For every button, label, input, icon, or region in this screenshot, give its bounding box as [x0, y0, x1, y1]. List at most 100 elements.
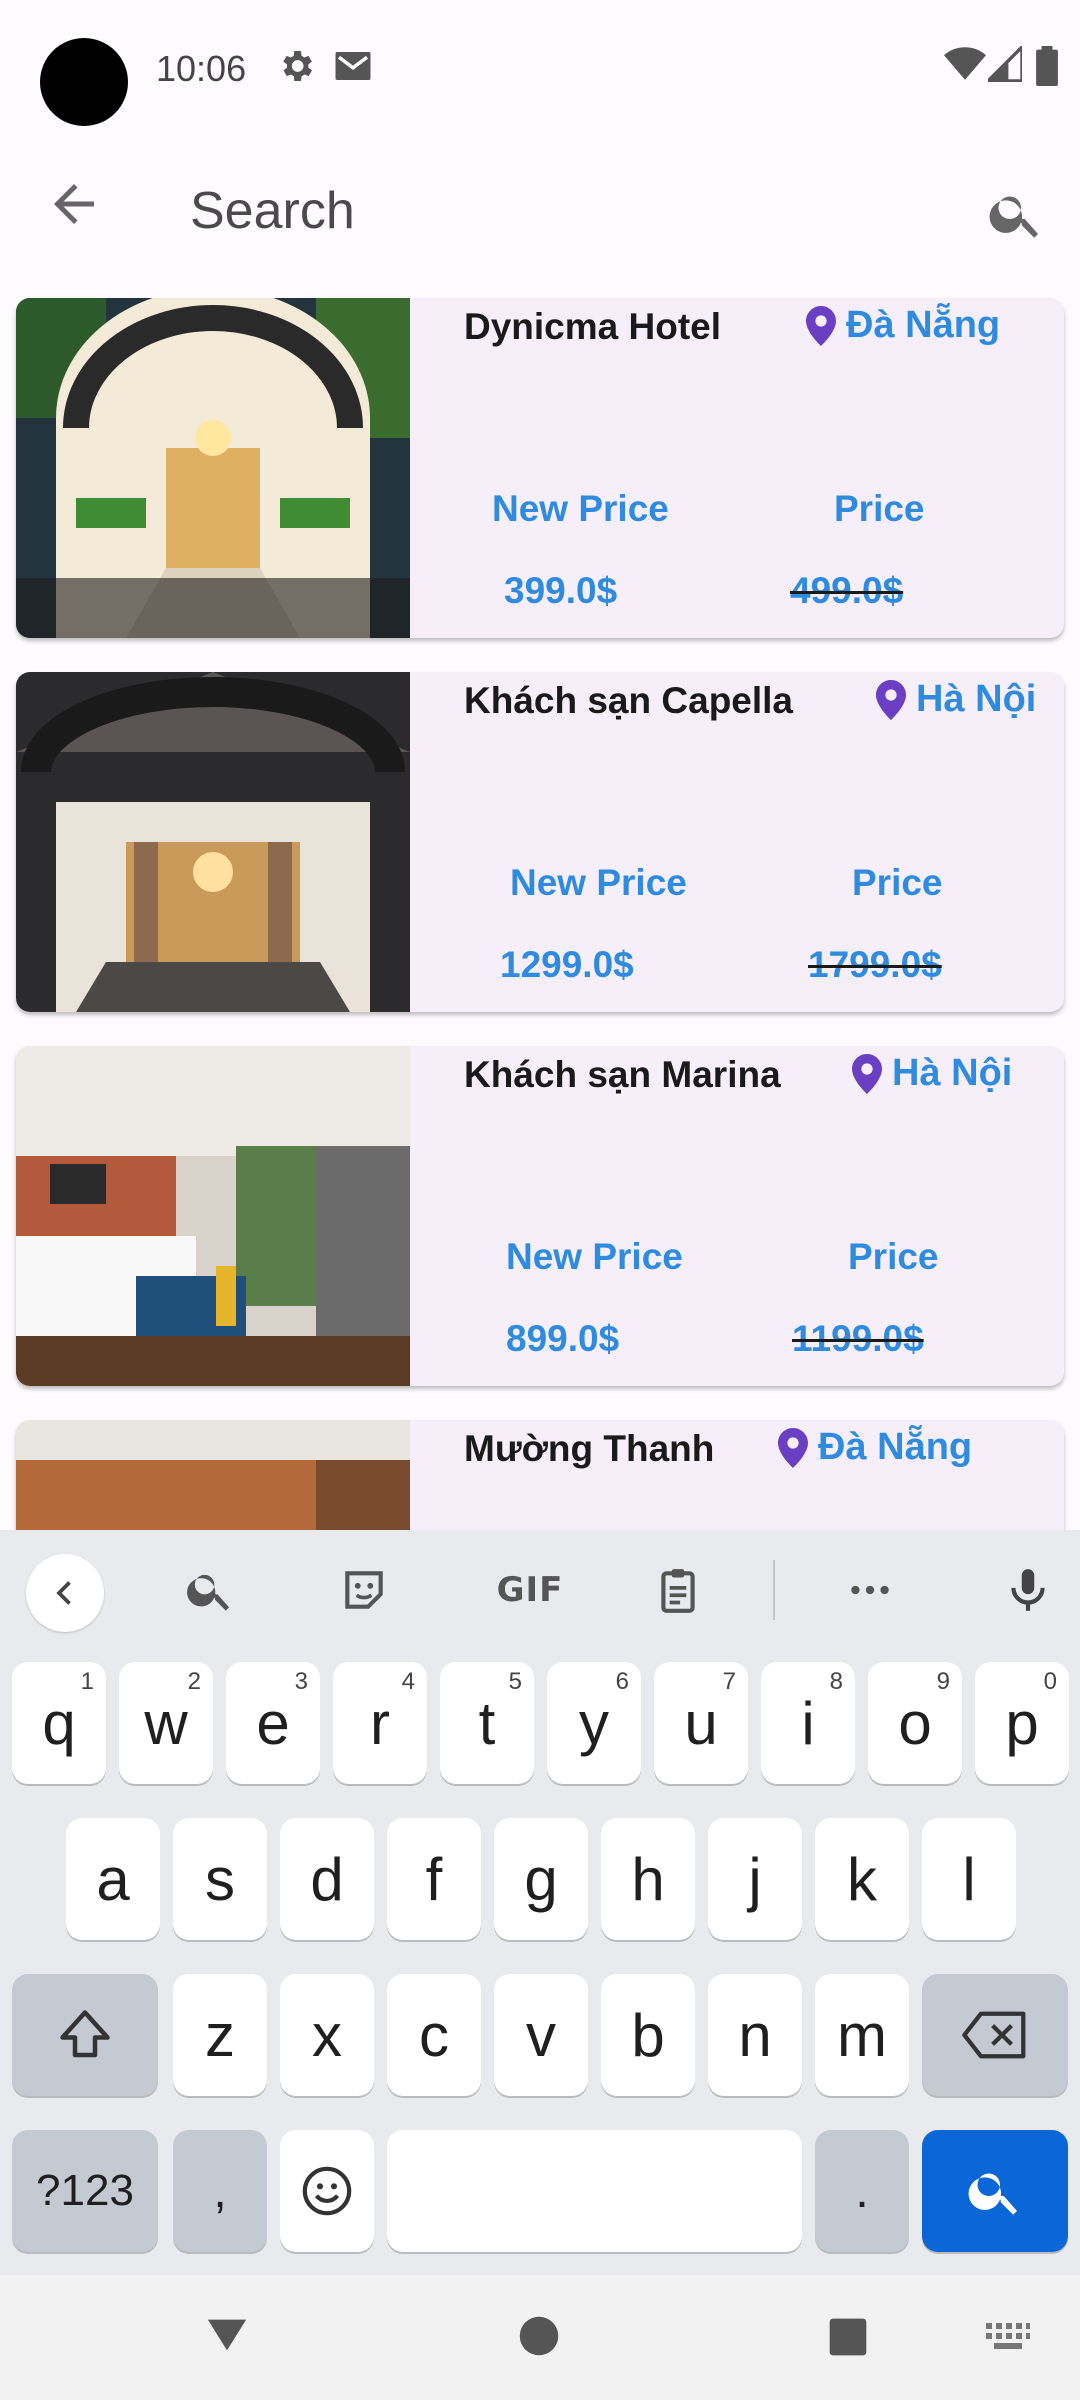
- recents-square-icon[interactable]: [828, 2317, 868, 2362]
- symbols-key[interactable]: ?123: [12, 2130, 158, 2252]
- key-label: e: [256, 1689, 290, 1757]
- key-hint: 4: [401, 1668, 415, 1695]
- key-label: q: [42, 1689, 76, 1757]
- key-o[interactable]: o9: [868, 1662, 962, 1784]
- key-hint: 2: [187, 1668, 201, 1695]
- sticker-button[interactable]: [334, 1560, 394, 1620]
- backspace-icon: [962, 2011, 1026, 2059]
- location-pin-icon: [806, 305, 836, 346]
- back-button[interactable]: [44, 174, 104, 234]
- key-c[interactable]: c: [387, 1974, 481, 2096]
- hotel-location-label: Hà Nội: [916, 678, 1037, 720]
- key-b[interactable]: b: [601, 1974, 695, 2096]
- comma-key[interactable]: ,: [173, 2130, 267, 2252]
- status-time: 10:06: [156, 48, 247, 89]
- key-y[interactable]: y6: [547, 1662, 641, 1784]
- key-j[interactable]: j: [708, 1818, 802, 1940]
- hotel-location-label: Đà Nẵng: [818, 1426, 973, 1468]
- price-label: Price: [848, 1236, 939, 1277]
- shift-key[interactable]: [12, 1974, 158, 2096]
- search-icon: [968, 2173, 1017, 2215]
- system-nav-bar: [0, 2275, 1080, 2400]
- key-hint: 1: [80, 1668, 94, 1695]
- shift-icon: [60, 2010, 110, 2058]
- old-price-value: 499.0$: [790, 570, 904, 611]
- gif-button[interactable]: GIF: [490, 1560, 570, 1620]
- key-label: t: [478, 1689, 496, 1757]
- key-t[interactable]: t5: [440, 1662, 534, 1784]
- key-i[interactable]: i8: [761, 1662, 855, 1784]
- back-triangle-icon[interactable]: [204, 2315, 250, 2360]
- key-u[interactable]: u7: [654, 1662, 748, 1784]
- period-key[interactable]: .: [815, 2130, 909, 2252]
- location-pin-icon: [852, 1053, 882, 1094]
- hotel-card[interactable]: Dynicma Hotel Đà Nẵng New Price Price 39…: [16, 298, 1064, 638]
- more-icon: [851, 1585, 889, 1595]
- key-z[interactable]: z: [173, 1974, 267, 2096]
- hotel-list[interactable]: Dynicma Hotel Đà Nẵng New Price Price 39…: [0, 280, 1080, 1530]
- hotel-card[interactable]: Khách sạn Marina Hà Nội New Price Price …: [16, 1046, 1064, 1386]
- key-q[interactable]: q1: [12, 1662, 106, 1784]
- search-input[interactable]: [188, 170, 952, 252]
- hotel-name: Mường Thanh: [464, 1428, 715, 1469]
- hotel-name: Khách sạn Capella: [464, 680, 794, 721]
- keyboard-suggestion-strip: GIF: [0, 1530, 1080, 1650]
- more-button[interactable]: [840, 1560, 900, 1620]
- key-label: r: [370, 1689, 390, 1757]
- key-h[interactable]: h: [601, 1818, 695, 1940]
- key-d[interactable]: d: [280, 1818, 374, 1940]
- hotel-location: Hà Nội: [852, 1052, 1012, 1095]
- new-price-label: New Price: [506, 1236, 683, 1277]
- key-g[interactable]: g: [494, 1818, 588, 1940]
- battery-icon: [1036, 46, 1058, 91]
- keyboard-search-button[interactable]: [180, 1560, 240, 1620]
- key-r[interactable]: r4: [333, 1662, 427, 1784]
- key-a[interactable]: a: [66, 1818, 160, 1940]
- search-action-key[interactable]: [922, 2130, 1068, 2252]
- key-x[interactable]: x: [280, 1974, 374, 2096]
- hotel-location-label: Đà Nẵng: [846, 304, 1001, 346]
- old-price-value: 1799.0$: [808, 944, 942, 985]
- hotel-card[interactable]: Mường Thanh Đà Nẵng: [16, 1420, 1064, 1530]
- key-w[interactable]: w2: [119, 1662, 213, 1784]
- space-key[interactable]: [387, 2130, 802, 2252]
- hotel-location: Đà Nẵng: [778, 1426, 972, 1469]
- key-hint: 6: [615, 1668, 629, 1695]
- key-k[interactable]: k: [815, 1818, 909, 1940]
- key-m[interactable]: m: [815, 1974, 909, 2096]
- status-bar: 10:06: [0, 0, 1080, 140]
- home-circle-icon[interactable]: [518, 2315, 560, 2362]
- key-label: i: [801, 1689, 815, 1757]
- keyboard-collapse-button[interactable]: [26, 1554, 104, 1632]
- key-v[interactable]: v: [494, 1974, 588, 2096]
- voice-input-button[interactable]: [998, 1560, 1058, 1620]
- hotel-card[interactable]: Khách sạn Capella Hà Nội New Price Price…: [16, 672, 1064, 1012]
- new-price-value: 899.0$: [506, 1318, 620, 1359]
- price-label: Price: [852, 862, 943, 903]
- emoji-icon: [302, 2166, 352, 2216]
- new-price-label: New Price: [492, 488, 669, 529]
- new-price-label: New Price: [510, 862, 687, 903]
- new-price-value: 399.0$: [504, 570, 618, 611]
- search-button[interactable]: [986, 184, 1046, 244]
- arrow-left-icon: [54, 184, 94, 224]
- keyboard-switch-icon[interactable]: [984, 2321, 1032, 2358]
- key-label: u: [684, 1689, 718, 1757]
- key-s[interactable]: s: [173, 1818, 267, 1940]
- location-pin-icon: [778, 1427, 808, 1468]
- key-n[interactable]: n: [708, 1974, 802, 2096]
- new-price-value: 1299.0$: [500, 944, 634, 985]
- hotel-image: [16, 298, 410, 638]
- key-f[interactable]: f: [387, 1818, 481, 1940]
- key-l[interactable]: l: [922, 1818, 1016, 1940]
- location-pin-icon: [876, 679, 906, 720]
- key-e[interactable]: e3: [226, 1662, 320, 1784]
- key-p[interactable]: p0: [975, 1662, 1069, 1784]
- gif-icon: GIF: [496, 1570, 564, 1610]
- search-icon: [989, 196, 1038, 238]
- emoji-key[interactable]: [280, 2130, 374, 2252]
- chevron-left-icon: [56, 1581, 71, 1605]
- hotel-image: [16, 1046, 410, 1386]
- clipboard-button[interactable]: [648, 1560, 708, 1620]
- backspace-key[interactable]: [922, 1974, 1068, 2096]
